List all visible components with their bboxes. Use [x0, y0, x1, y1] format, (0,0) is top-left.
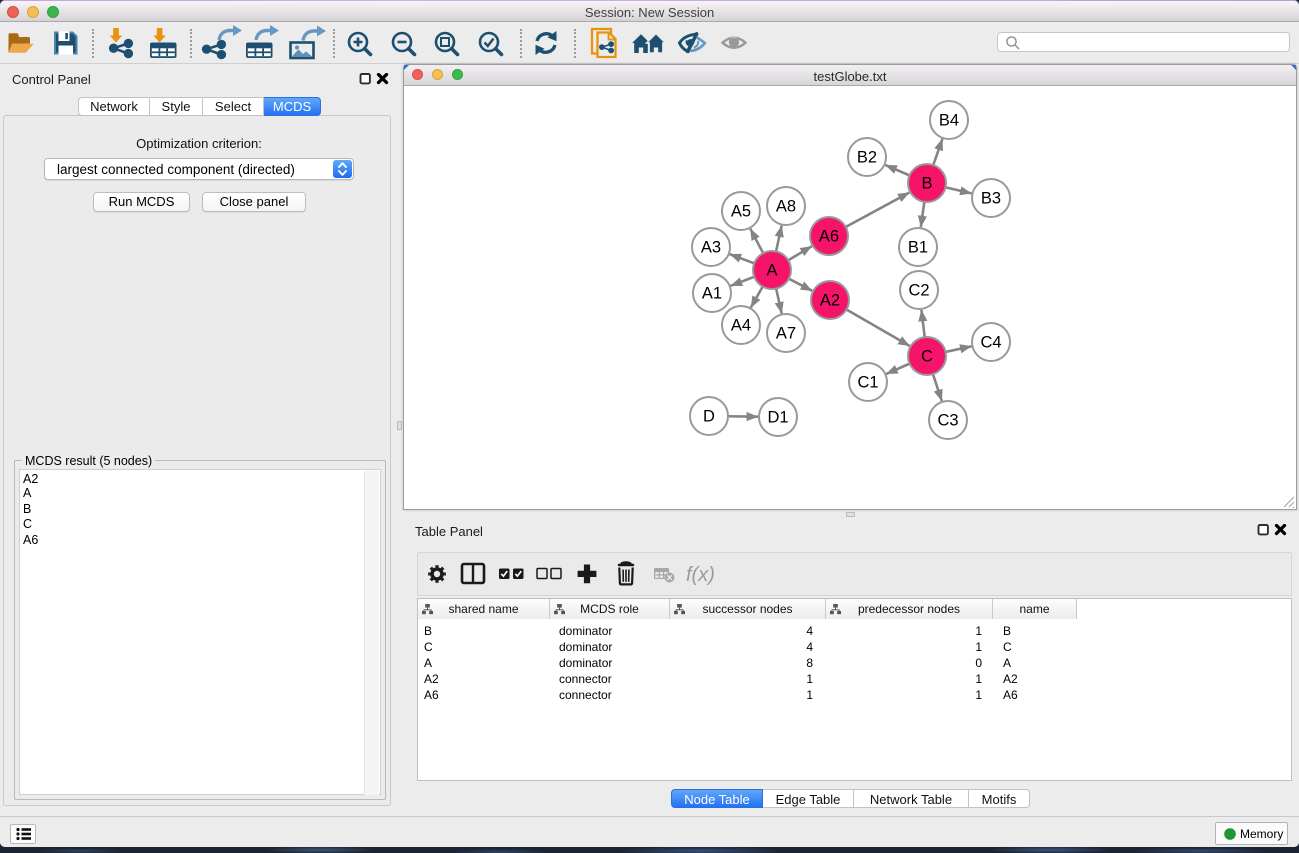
svg-text:f(x): f(x) [686, 564, 715, 586]
svg-text:C: C [921, 348, 933, 366]
svg-text:C4: C4 [980, 334, 1001, 352]
svg-text:C1: C1 [857, 374, 878, 392]
svg-text:A4: A4 [731, 317, 751, 335]
svg-text:C2: C2 [908, 282, 929, 300]
svg-text:D1: D1 [767, 409, 788, 427]
svg-text:A2: A2 [820, 292, 840, 310]
svg-text:B4: B4 [939, 112, 959, 130]
svg-text:B: B [921, 175, 932, 193]
svg-text:A3: A3 [701, 239, 721, 257]
svg-text:D: D [703, 408, 715, 426]
svg-text:A7: A7 [776, 325, 796, 343]
svg-text:C3: C3 [937, 412, 958, 430]
svg-text:B1: B1 [908, 239, 928, 257]
svg-text:A1: A1 [702, 285, 722, 303]
svg-text:A5: A5 [731, 203, 751, 221]
svg-text:B3: B3 [981, 190, 1001, 208]
svg-text:A6: A6 [819, 228, 839, 246]
svg-text:A8: A8 [776, 198, 796, 216]
svg-text:B2: B2 [857, 149, 877, 167]
svg-text:A: A [766, 262, 777, 280]
